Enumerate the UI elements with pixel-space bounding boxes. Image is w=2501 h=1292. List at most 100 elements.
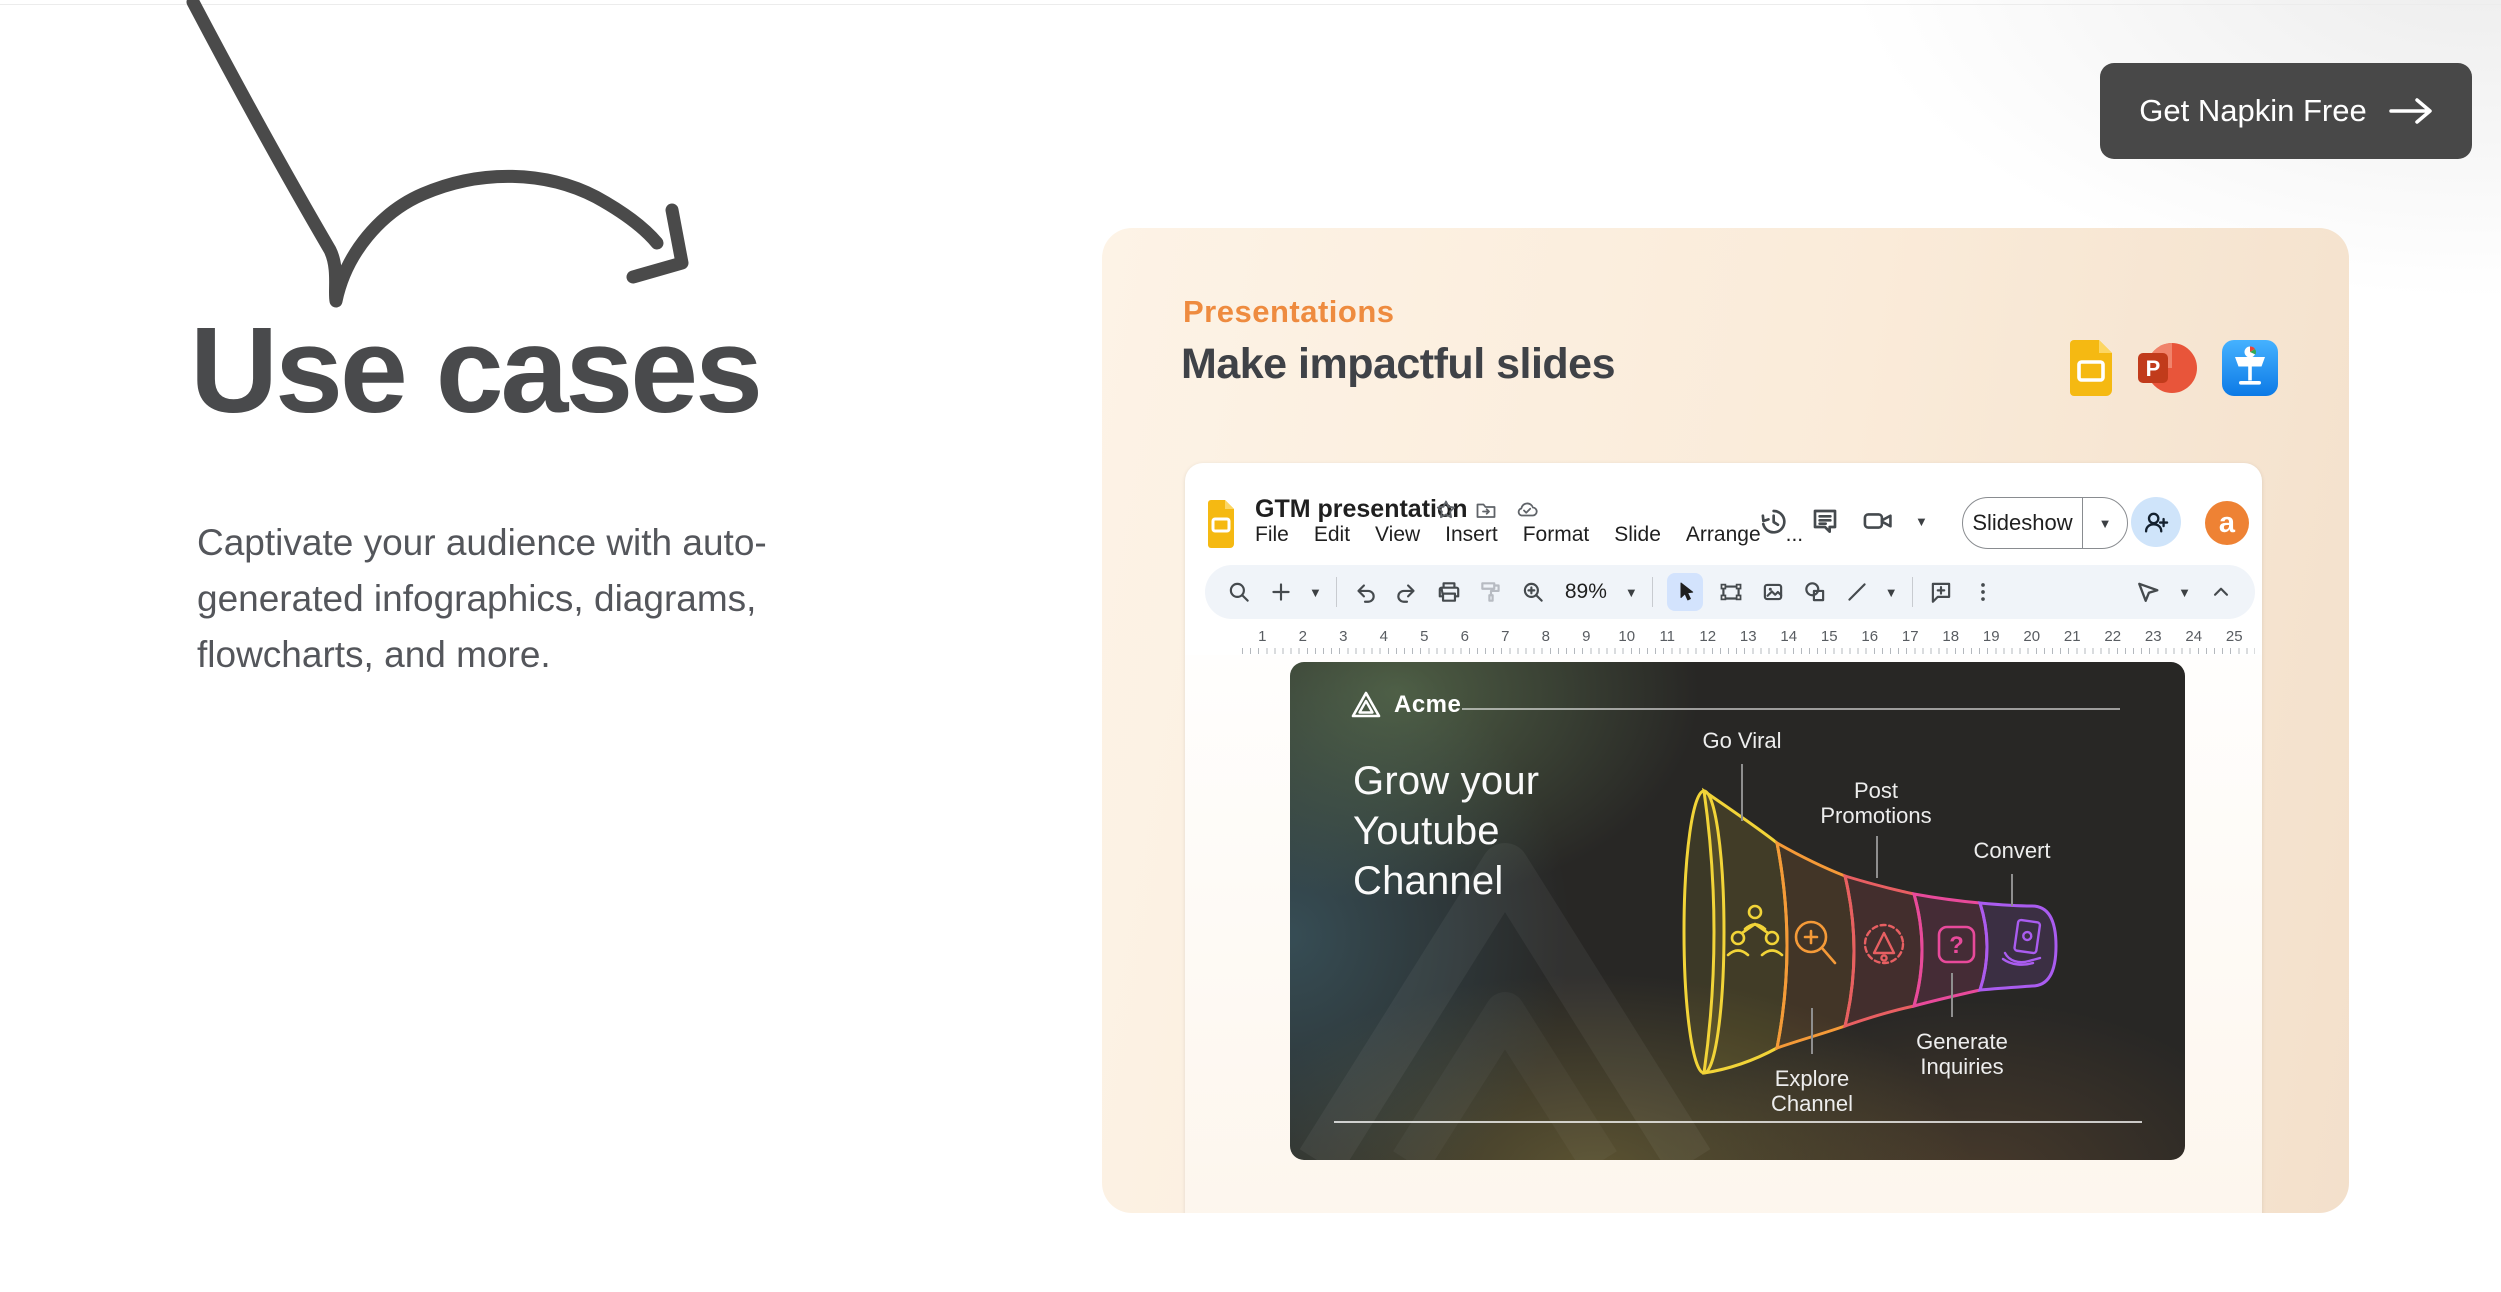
arrow-right-icon: [2389, 96, 2433, 126]
ruler-number: 12: [1688, 628, 1729, 654]
leader-line: [1876, 836, 1878, 878]
ruler-number: 22: [2093, 628, 2134, 654]
get-napkin-label: Get Napkin Free: [2139, 93, 2366, 129]
menu-item-view[interactable]: View: [1375, 523, 1420, 547]
slideshow-label: Slideshow: [1963, 510, 2082, 536]
funnel-bell-mouth: [1684, 791, 1724, 1073]
leader-line: [1811, 1008, 1813, 1054]
ruler-number: 17: [1890, 628, 1931, 654]
toolbar: ▼ 89% ▼: [1205, 565, 2255, 619]
ruler-number: 23: [2133, 628, 2174, 654]
slide[interactable]: Acme Grow your Youtube Channel: [1290, 662, 2185, 1160]
search-icon[interactable]: [1225, 578, 1253, 606]
hero-description-line: Captivate your audience with auto-: [197, 515, 767, 571]
print-icon[interactable]: [1435, 578, 1463, 606]
zoom-in-icon[interactable]: [1519, 578, 1547, 606]
slide-footer-divider: [1334, 1121, 2142, 1123]
menu-item-insert[interactable]: Insert: [1445, 523, 1498, 547]
ruler-number: 15: [1809, 628, 1850, 654]
leader-line: [1741, 764, 1743, 821]
hero-description: Captivate your audience with auto- gener…: [197, 515, 767, 683]
caret-down-icon[interactable]: ▼: [1885, 586, 1898, 599]
ruler-number: 20: [2012, 628, 2053, 654]
comment-add-icon[interactable]: [1927, 578, 1955, 606]
ruler-number: 11: [1647, 628, 1688, 654]
avatar[interactable]: a: [2205, 501, 2249, 545]
caret-down-icon[interactable]: ▼: [1309, 586, 1322, 599]
inquiry-question-mark: ?: [1949, 932, 1964, 959]
zoom-level[interactable]: 89%: [1561, 580, 1611, 604]
ruler-number: 13: [1728, 628, 1769, 654]
funnel-label-explore-channel: Explore Channel: [1742, 1066, 1882, 1116]
paint-format-icon[interactable]: [1477, 578, 1505, 606]
ruler-number: 9: [1566, 628, 1607, 654]
shape-icon[interactable]: [1801, 578, 1829, 606]
ruler-number: 14: [1769, 628, 1810, 654]
caret-down-icon: ▼: [2099, 517, 2112, 530]
leader-line: [2011, 874, 2013, 906]
textbox-icon[interactable]: [1717, 578, 1745, 606]
menu-bar: FileEditViewInsertFormatSlideArrange...: [1255, 523, 1803, 547]
ruler-number: 1: [1242, 628, 1283, 654]
page-title: Use cases: [190, 300, 760, 440]
version-history-icon[interactable]: [1757, 505, 1789, 537]
funnel-stage-explore: [1777, 843, 1854, 1048]
horizontal-ruler: 1234567891011121314151617181920212223242…: [1242, 628, 2255, 654]
more-vertical-icon[interactable]: [1969, 578, 1997, 606]
ruler-number: 6: [1445, 628, 1486, 654]
funnel-label-post-promotions: Post Promotions: [1796, 778, 1956, 828]
collapse-toolbar-icon[interactable]: [2207, 578, 2235, 606]
ruler-number: 19: [1971, 628, 2012, 654]
funnel-label-generate-inquiries: Generate Inquiries: [1882, 1029, 2042, 1079]
laser-pointer-icon[interactable]: [2134, 578, 2162, 606]
page: Get Napkin Free Use cases Captivate your…: [0, 0, 2501, 1292]
slide-canvas[interactable]: Acme Grow your Youtube Channel: [1185, 655, 2262, 1213]
menu-item-edit[interactable]: Edit: [1314, 523, 1350, 547]
slideshow-dropdown[interactable]: ▼: [2082, 498, 2127, 548]
toolbar-divider: [1912, 577, 1913, 607]
hand-drawn-arrow-icon: [150, 0, 750, 330]
toolbar-divider: [1336, 577, 1337, 607]
ruler-number: 10: [1607, 628, 1648, 654]
ruler-number: 7: [1485, 628, 1526, 654]
caret-down-icon[interactable]: ▼: [1625, 586, 1638, 599]
meet-camera-icon[interactable]: [1861, 505, 1895, 537]
share-button[interactable]: [2131, 497, 2181, 547]
star-icon[interactable]: [1435, 499, 1457, 521]
caret-down-icon[interactable]: ▼: [1915, 515, 1928, 528]
slides-file-icon: [1208, 500, 1234, 548]
menu-item-file[interactable]: File: [1255, 523, 1289, 547]
google-slides-window: GTM presentation FileEditViewInsertForma…: [1185, 463, 2262, 1213]
menu-item-slide[interactable]: Slide: [1614, 523, 1661, 547]
menu-item-arrange[interactable]: Arrange: [1686, 523, 1761, 547]
cloud-status-icon[interactable]: [1515, 499, 1539, 521]
person-add-icon: [2142, 508, 2170, 536]
ruler-number: 8: [1526, 628, 1567, 654]
undo-icon[interactable]: [1351, 578, 1379, 606]
ruler-number: 5: [1404, 628, 1445, 654]
comments-icon[interactable]: [1809, 505, 1841, 537]
header-icons: ▼: [1757, 505, 1928, 537]
menu-item-format[interactable]: Format: [1523, 523, 1590, 547]
document-title-icons: [1435, 499, 1539, 521]
add-icon[interactable]: [1267, 578, 1295, 606]
leader-line: [1951, 973, 1953, 1017]
slideshow-button[interactable]: Slideshow ▼: [1962, 497, 2128, 549]
ruler-number: 2: [1283, 628, 1324, 654]
svg-text:P: P: [2146, 356, 2161, 381]
funnel-label-convert: Convert: [1952, 838, 2072, 863]
presentations-card: Presentations Make impactful slides P: [1102, 228, 2349, 1213]
move-folder-icon[interactable]: [1475, 499, 1497, 521]
app-icons-row: P: [2070, 340, 2278, 396]
select-tool[interactable]: [1667, 573, 1703, 611]
hero-description-line: flowcharts, and more.: [197, 627, 767, 683]
caret-down-icon[interactable]: ▼: [2178, 586, 2191, 599]
redo-icon[interactable]: [1393, 578, 1421, 606]
line-icon[interactable]: [1843, 578, 1871, 606]
keynote-icon: [2222, 340, 2278, 396]
image-icon[interactable]: [1759, 578, 1787, 606]
funnel-stage-convert: [1980, 903, 2056, 990]
cursor-icon: [1673, 580, 1697, 604]
get-napkin-button[interactable]: Get Napkin Free: [2100, 63, 2472, 159]
ruler-number: 25: [2214, 628, 2255, 654]
